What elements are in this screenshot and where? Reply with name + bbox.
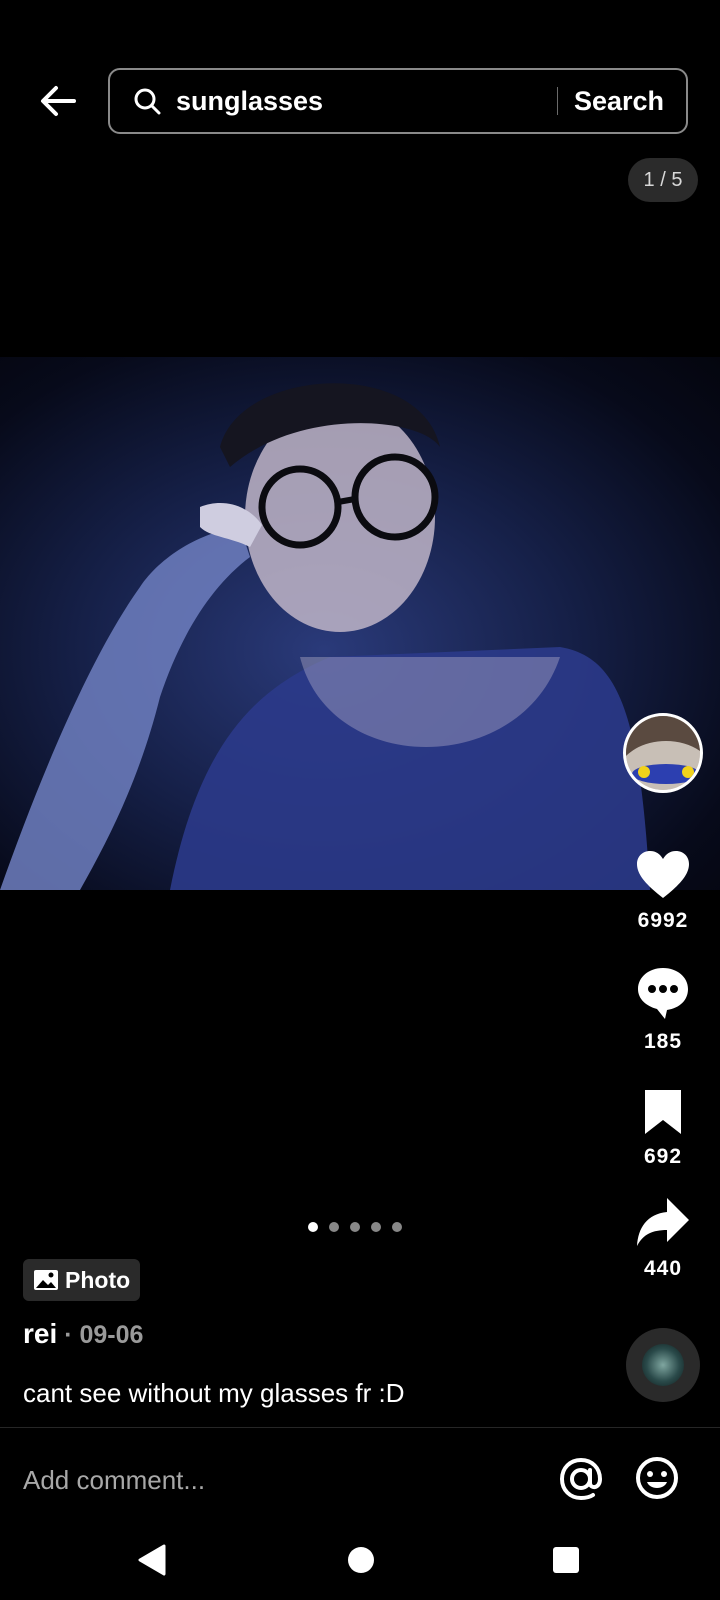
post-date: 09-06 xyxy=(79,1321,144,1349)
save-button[interactable]: 692 xyxy=(620,1088,706,1169)
triangle-back-icon xyxy=(138,1544,166,1576)
post-author-line: rei · 09-06 xyxy=(23,1318,143,1350)
music-disc-button[interactable] xyxy=(626,1328,700,1402)
photo-badge-label: Photo xyxy=(65,1266,131,1293)
nav-back-button[interactable] xyxy=(136,1544,166,1581)
emoji-icon[interactable] xyxy=(634,1455,680,1501)
bookmark-icon xyxy=(645,1090,681,1134)
carousel-dot xyxy=(308,1222,318,1232)
comment-input[interactable]: Add comment... xyxy=(23,1460,523,1500)
share-button[interactable]: 440 xyxy=(620,1196,706,1281)
comment-button[interactable]: 185 xyxy=(620,965,706,1054)
divider xyxy=(0,1427,720,1428)
image-icon xyxy=(34,1270,58,1290)
comment-icon xyxy=(638,968,688,1019)
circle-home-icon xyxy=(348,1547,374,1573)
photo-badge: Photo xyxy=(23,1259,141,1301)
nav-home-button[interactable] xyxy=(347,1546,375,1579)
carousel-dot xyxy=(371,1222,381,1232)
back-button[interactable] xyxy=(30,78,86,124)
post-photo[interactable] xyxy=(0,357,720,890)
comment-count: 185 xyxy=(643,1030,683,1053)
post-photo-image xyxy=(0,383,650,890)
share-icon xyxy=(637,1198,689,1246)
like-button[interactable]: 6992 xyxy=(620,850,706,933)
search-divider xyxy=(556,87,558,115)
share-count: 440 xyxy=(643,1257,683,1280)
carousel-dot xyxy=(350,1222,360,1232)
date-separator: · xyxy=(57,1321,80,1349)
at-icon[interactable] xyxy=(558,1456,604,1502)
carousel-dot xyxy=(392,1222,402,1232)
photo-counter: 1 / 5 xyxy=(628,158,698,202)
arrow-left-icon xyxy=(41,86,76,116)
search-input[interactable]: sunglasses xyxy=(176,86,557,117)
search-bar[interactable]: sunglasses Search xyxy=(108,68,688,134)
carousel-dot xyxy=(329,1222,339,1232)
heart-icon xyxy=(637,851,689,898)
author-name[interactable]: rei xyxy=(23,1318,57,1349)
post-caption: cant see without my glasses fr :D xyxy=(23,1378,405,1408)
music-cover xyxy=(642,1344,684,1386)
save-count: 692 xyxy=(643,1145,683,1168)
system-nav-bar xyxy=(0,1530,720,1590)
carousel-indicator xyxy=(308,1222,402,1232)
like-count: 6992 xyxy=(637,909,689,932)
square-recents-icon xyxy=(553,1547,579,1573)
search-button[interactable]: Search xyxy=(574,86,664,117)
search-icon xyxy=(130,84,164,118)
nav-recents-button[interactable] xyxy=(552,1546,580,1579)
creator-avatar[interactable] xyxy=(623,713,703,793)
